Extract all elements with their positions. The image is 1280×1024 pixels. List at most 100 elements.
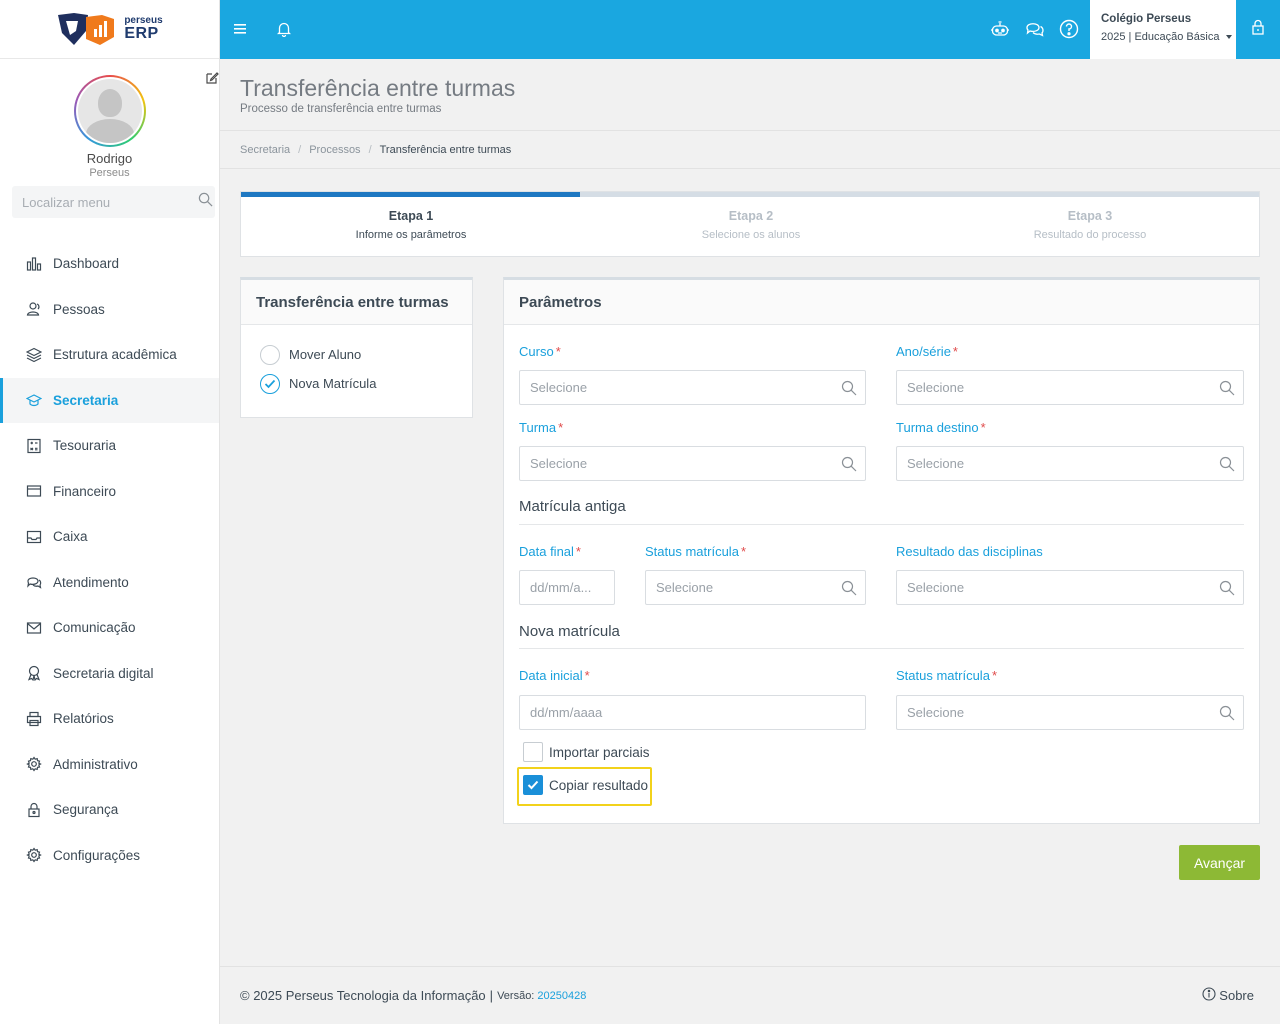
users-icon [26, 301, 42, 317]
footer-version-label: Versão: [497, 989, 535, 1002]
sidebar-item-seguranca[interactable]: Segurança [0, 787, 219, 833]
user-profile: Rodrigo Perseus [0, 59, 219, 189]
transfer-type-card: Transferência entre turmas Mover Aluno N… [240, 277, 473, 418]
search-icon[interactable] [1219, 380, 1235, 396]
sidebar-item-atendimento[interactable]: Atendimento [0, 560, 219, 606]
footer-version[interactable]: 20250428 [537, 990, 586, 1002]
layers-icon [26, 347, 42, 363]
search-icon[interactable] [841, 456, 857, 472]
sidebar-item-caixa[interactable]: Caixa [0, 514, 219, 560]
option-nova-matricula[interactable]: Nova Matrícula [241, 369, 472, 398]
sidebar-item-label: Configurações [53, 847, 141, 863]
profile-name: Rodrigo [86, 151, 133, 166]
radio-unchecked[interactable] [260, 344, 280, 365]
sidebar-item-pessoas[interactable]: Pessoas [0, 287, 219, 333]
printer-icon [26, 711, 42, 727]
hamburger-menu-icon[interactable] [230, 18, 252, 40]
sidebar-item-tesouraria[interactable]: Tesouraria [0, 423, 219, 469]
checkbox-unchecked[interactable] [523, 742, 543, 762]
checkbox-label: Copiar resultado [549, 777, 649, 793]
checkbox-label: Importar parciais [549, 744, 650, 760]
edit-profile-icon[interactable] [205, 71, 219, 85]
about-link[interactable]: Sobre [1202, 987, 1254, 1004]
status-matricula-nova-select[interactable]: Selecione [896, 695, 1244, 730]
mail-icon [26, 620, 42, 636]
next-button[interactable]: Avançar [1179, 845, 1260, 880]
sidebar-item-secretaria[interactable]: Secretaria [0, 377, 219, 423]
copiar-resultado-checkbox[interactable]: Copiar resultado [523, 775, 648, 795]
sidebar-item-estrutura-academica[interactable]: Estrutura acadêmica [0, 332, 219, 378]
sidebar-item-administrativo[interactable]: Administrativo [0, 742, 219, 788]
chat-icon[interactable] [1024, 18, 1046, 40]
resultado-disciplinas-label: Resultado das disciplinas [896, 544, 1043, 559]
resultado-disciplinas-select[interactable]: Selecione [896, 570, 1244, 605]
status-matricula-antiga-select[interactable]: Selecione [645, 570, 866, 605]
data-inicial-input[interactable]: dd/mm/aaaa [519, 695, 866, 730]
sidebar-item-configuracoes[interactable]: Configurações [0, 833, 219, 879]
search-icon[interactable] [198, 192, 213, 212]
option-mover-aluno[interactable]: Mover Aluno [241, 340, 472, 369]
chart-bar-icon [26, 256, 42, 272]
school-period: 2025 | Educação Básica [1101, 31, 1220, 43]
steps-progress-bar [241, 192, 1259, 197]
curso-select[interactable]: Selecione [519, 370, 866, 405]
curso-label: Curso * [519, 344, 561, 359]
sidebar-item-label: Comunicação [53, 620, 136, 636]
ano-serie-select[interactable]: Selecione [896, 370, 1244, 405]
search-icon[interactable] [1219, 580, 1235, 596]
award-icon [26, 665, 42, 682]
chat-icon [26, 574, 42, 590]
sidebar-item-label: Secretaria [53, 392, 119, 408]
data-final-label: Data final * [519, 544, 581, 559]
data-final-input[interactable]: dd/mm/a... [519, 570, 615, 605]
graduation-cap-icon [26, 392, 42, 408]
sidebar-item-dashboard[interactable]: Dashboard [0, 241, 219, 287]
sidebar: perseus ERP Rodrigo Perseus Dashboard Pe… [0, 0, 220, 1024]
lock-icon [1251, 19, 1265, 40]
bell-icon[interactable] [273, 18, 295, 40]
turma-destino-select[interactable]: Selecione [896, 446, 1244, 481]
checkbox-checked[interactable] [523, 775, 543, 795]
search-icon[interactable] [841, 580, 857, 596]
step-title: Etapa 3 [1067, 209, 1113, 223]
section-title-matricula-antiga: Matrícula antiga [519, 498, 626, 515]
parameters-card: Parâmetros Curso * Selecione Ano/série * S… [503, 277, 1260, 824]
sidebar-item-relatorios[interactable]: Relatórios [0, 696, 219, 742]
turma-label: Turma * [519, 420, 564, 435]
lock-button[interactable] [1236, 0, 1280, 59]
breadcrumb-link-processos[interactable]: Processos [309, 144, 360, 156]
sidebar-item-financeiro[interactable]: Financeiro [0, 469, 219, 515]
importar-parciais-checkbox[interactable]: Importar parciais [523, 742, 650, 762]
robot-icon[interactable] [989, 18, 1011, 40]
data-inicial-label: Data inicial * [519, 668, 590, 683]
footer-separator: | [489, 988, 494, 1003]
card-title: Transferência entre turmas [241, 280, 472, 325]
radio-checked[interactable] [260, 373, 280, 394]
sidebar-item-label: Tesouraria [53, 438, 117, 454]
step-subtitle: Resultado do processo [1033, 229, 1147, 241]
step-subtitle: Selecione os alunos [701, 229, 801, 241]
menu-search-input[interactable] [22, 194, 198, 210]
breadcrumb: Secretaria / Processos / Transferência e… [220, 131, 1280, 169]
search-icon[interactable] [1219, 705, 1235, 721]
step-1[interactable]: Etapa 1 Informe os parâmetros [241, 209, 581, 241]
step-3[interactable]: Etapa 3 Resultado do processo [920, 209, 1260, 241]
search-icon[interactable] [841, 380, 857, 396]
search-icon[interactable] [1219, 456, 1235, 472]
sidebar-item-secretaria-digital[interactable]: Secretaria digital [0, 651, 219, 697]
card-title: Parâmetros [504, 280, 1259, 325]
lock-icon [26, 802, 42, 818]
school-name: Colégio Perseus [1101, 13, 1192, 25]
sidebar-item-comunicacao[interactable]: Comunicação [0, 605, 219, 651]
turma-select[interactable]: Selecione [519, 446, 866, 481]
status-matricula-antiga-label: Status matrícula * [645, 544, 746, 559]
avatar[interactable] [74, 75, 146, 147]
sidebar-item-label: Atendimento [53, 574, 129, 590]
step-2[interactable]: Etapa 2 Selecione os alunos [581, 209, 921, 241]
topbar: Colégio Perseus 2025 | Educação Básica [220, 0, 1280, 59]
breadcrumb-link-secretaria[interactable]: Secretaria [240, 144, 290, 156]
option-label: Nova Matrícula [289, 376, 377, 391]
school-selector[interactable]: Colégio Perseus 2025 | Educação Básica [1090, 0, 1236, 59]
help-icon[interactable] [1058, 18, 1080, 40]
logo[interactable]: perseus ERP [0, 0, 219, 59]
